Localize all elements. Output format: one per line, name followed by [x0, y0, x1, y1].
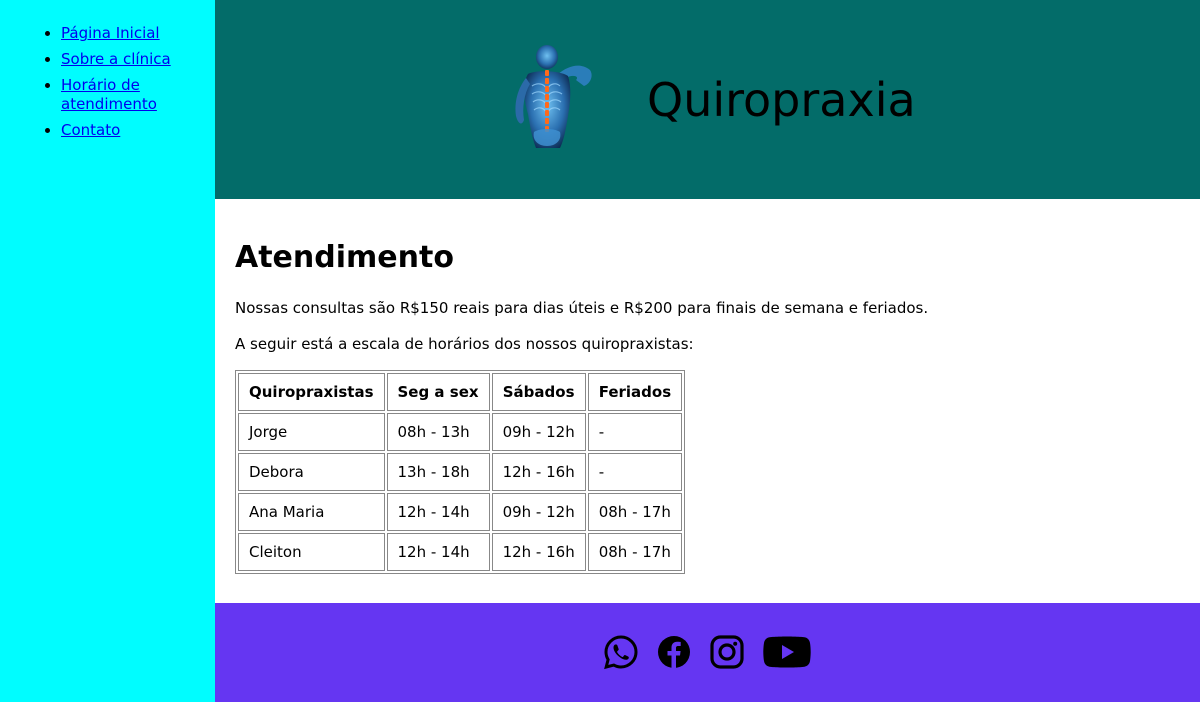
- column-header: Feriados: [587, 373, 683, 411]
- table-cell: 12h - 16h: [491, 453, 586, 491]
- table-cell: Debora: [238, 453, 385, 491]
- nav-list: Página Inicial Sobre a clínica Horário d…: [0, 0, 215, 140]
- schedule-table: Quiropraxistas Seg a sex Sábados Feriado…: [235, 370, 686, 574]
- site-footer: [215, 603, 1200, 702]
- table-cell: 08h - 13h: [386, 413, 490, 451]
- table-cell: Jorge: [238, 413, 385, 451]
- table-header-row: Quiropraxistas Seg a sex Sábados Feriado…: [238, 373, 683, 411]
- nav-link-sobre-a-clinica[interactable]: Sobre a clínica: [61, 50, 171, 68]
- table-cell: 08h - 17h: [587, 533, 683, 571]
- nav-item-horario: Horário de atendimento: [61, 76, 205, 114]
- whatsapp-icon[interactable]: [603, 634, 639, 670]
- column-header: Quiropraxistas: [238, 373, 385, 411]
- table-cell: 12h - 14h: [386, 493, 490, 531]
- table-cell: 08h - 17h: [587, 493, 683, 531]
- table-row: Ana Maria 12h - 14h 09h - 12h 08h - 17h: [238, 493, 683, 531]
- table-row: Jorge 08h - 13h 09h - 12h -: [238, 413, 683, 451]
- facebook-icon[interactable]: [656, 634, 692, 670]
- youtube-icon[interactable]: [762, 634, 812, 670]
- table-cell: 09h - 12h: [491, 413, 586, 451]
- nav-item-contato: Contato: [61, 121, 205, 140]
- table-cell: 09h - 12h: [491, 493, 586, 531]
- pricing-paragraph: Nossas consultas são R$150 reais para di…: [235, 299, 929, 317]
- table-row: Cleiton 12h - 14h 12h - 16h 08h - 17h: [238, 533, 683, 571]
- section-heading: Atendimento: [235, 240, 454, 275]
- main-content: Atendimento Nossas consultas são R$150 r…: [215, 199, 1200, 603]
- nav-link-contato[interactable]: Contato: [61, 121, 120, 139]
- table-cell: 12h - 14h: [386, 533, 490, 571]
- table-cell: Cleiton: [238, 533, 385, 571]
- nav-link-horario[interactable]: Horário de atendimento: [61, 76, 157, 113]
- column-header: Seg a sex: [386, 373, 490, 411]
- nav-link-pagina-inicial[interactable]: Página Inicial: [61, 24, 160, 42]
- site-header: Quiropraxia: [215, 0, 1200, 199]
- table-cell: -: [587, 413, 683, 451]
- nav-item-pagina-inicial: Página Inicial: [61, 24, 205, 43]
- table-cell: Ana Maria: [238, 493, 385, 531]
- nav-item-sobre-a-clinica: Sobre a clínica: [61, 50, 205, 69]
- sidebar: Página Inicial Sobre a clínica Horário d…: [0, 0, 215, 702]
- schedule-intro-paragraph: A seguir está a escala de horários dos n…: [235, 335, 694, 353]
- social-links: [603, 634, 812, 670]
- instagram-icon[interactable]: [709, 634, 745, 670]
- table-cell: 12h - 16h: [491, 533, 586, 571]
- spine-skeleton-icon: [510, 44, 600, 150]
- table-cell: -: [587, 453, 683, 491]
- column-header: Sábados: [491, 373, 586, 411]
- table-row: Debora 13h - 18h 12h - 16h -: [238, 453, 683, 491]
- site-title: Quiropraxia: [647, 73, 916, 127]
- table-cell: 13h - 18h: [386, 453, 490, 491]
